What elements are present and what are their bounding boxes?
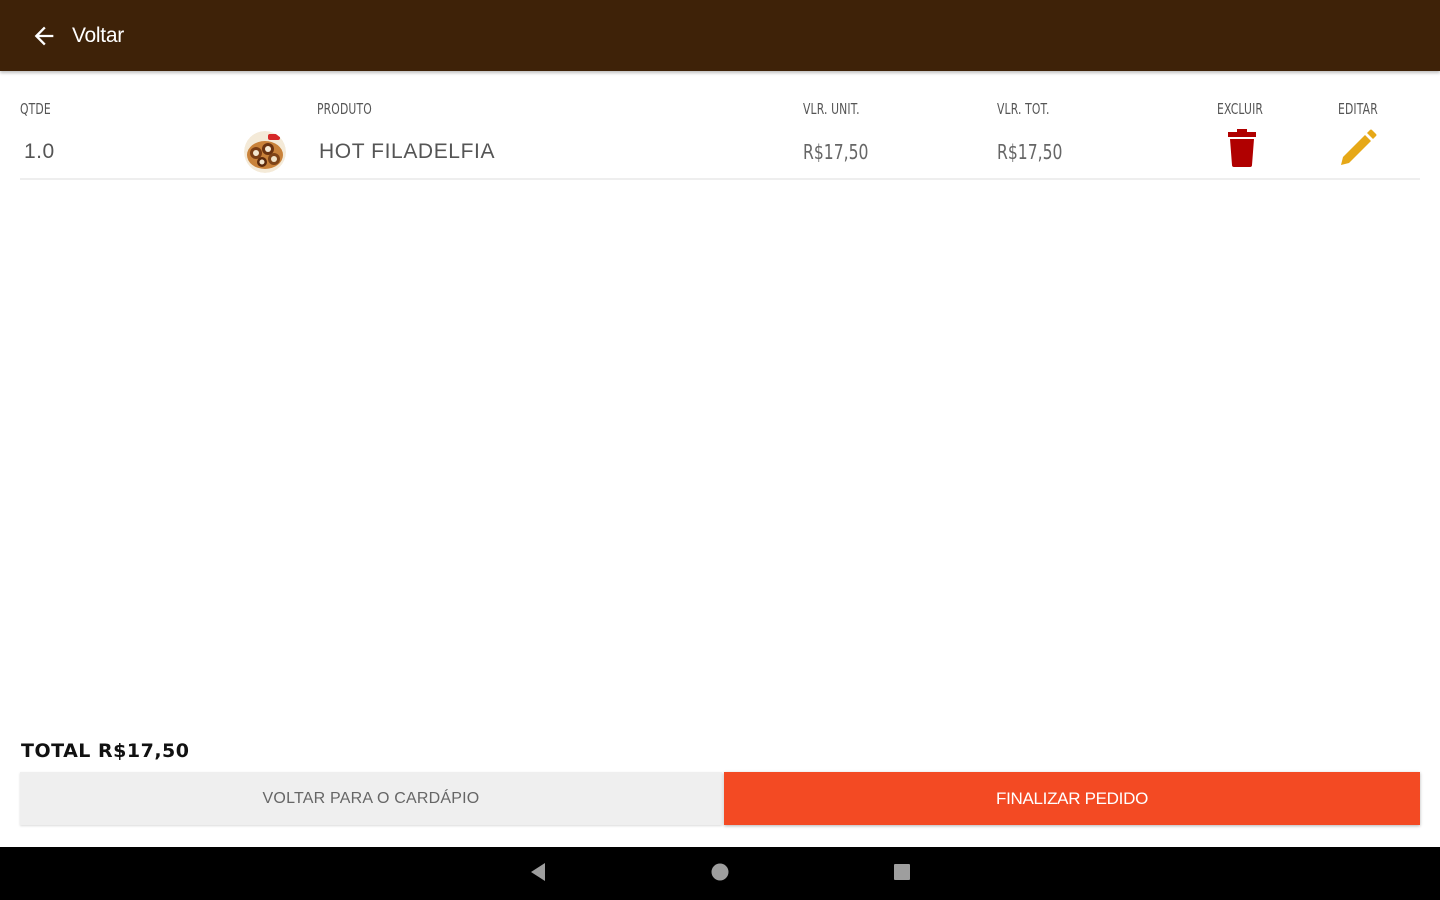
- back-label: Voltar: [72, 23, 124, 47]
- delete-item-button[interactable]: [1222, 128, 1262, 172]
- edit-item-button[interactable]: [1338, 129, 1378, 172]
- item-total-price: R$17,50: [997, 140, 1063, 164]
- nav-home-icon: [710, 862, 730, 887]
- arrow-left-icon: [30, 22, 58, 50]
- nav-recents-icon: [892, 862, 912, 887]
- finish-order-button[interactable]: FINALIZAR PEDIDO: [724, 772, 1420, 825]
- app-bar: Voltar: [0, 0, 1440, 71]
- cart-table: QTDE PRODUTO VLR. UNIT. VLR. TOT. EXCLUI…: [20, 96, 1420, 180]
- system-navigation-bar: [0, 847, 1440, 900]
- order-total: TOTAL R$17,50: [21, 740, 190, 762]
- nav-back-button[interactable]: [523, 859, 553, 889]
- header-delete: EXCLUIR: [1217, 100, 1264, 118]
- table-row: 1.0 HOT FILADELFIA R$17,50 R$17,50: [20, 126, 1420, 180]
- header-total-price: VLR. TOT.: [997, 100, 1050, 118]
- nav-recents-button[interactable]: [887, 859, 917, 889]
- back-to-menu-button[interactable]: VOLTAR PARA O CARDÁPIO: [20, 772, 722, 825]
- table-header: QTDE PRODUTO VLR. UNIT. VLR. TOT. EXCLUI…: [20, 96, 1420, 126]
- item-qty: 1.0: [24, 140, 55, 163]
- item-unit-price: R$17,50: [803, 140, 869, 164]
- pencil-icon: [1339, 129, 1377, 172]
- header-edit: EDITAR: [1338, 100, 1378, 118]
- header-product: PRODUTO: [317, 100, 372, 118]
- product-thumbnail: [244, 131, 286, 173]
- trash-icon: [1227, 128, 1257, 172]
- header-unit-price: VLR. UNIT.: [803, 100, 860, 118]
- item-product-name: HOT FILADELFIA: [319, 140, 496, 163]
- back-button[interactable]: Voltar: [30, 12, 124, 60]
- header-qty: QTDE: [20, 100, 51, 118]
- nav-home-button[interactable]: [705, 859, 735, 889]
- nav-back-icon: [529, 862, 547, 887]
